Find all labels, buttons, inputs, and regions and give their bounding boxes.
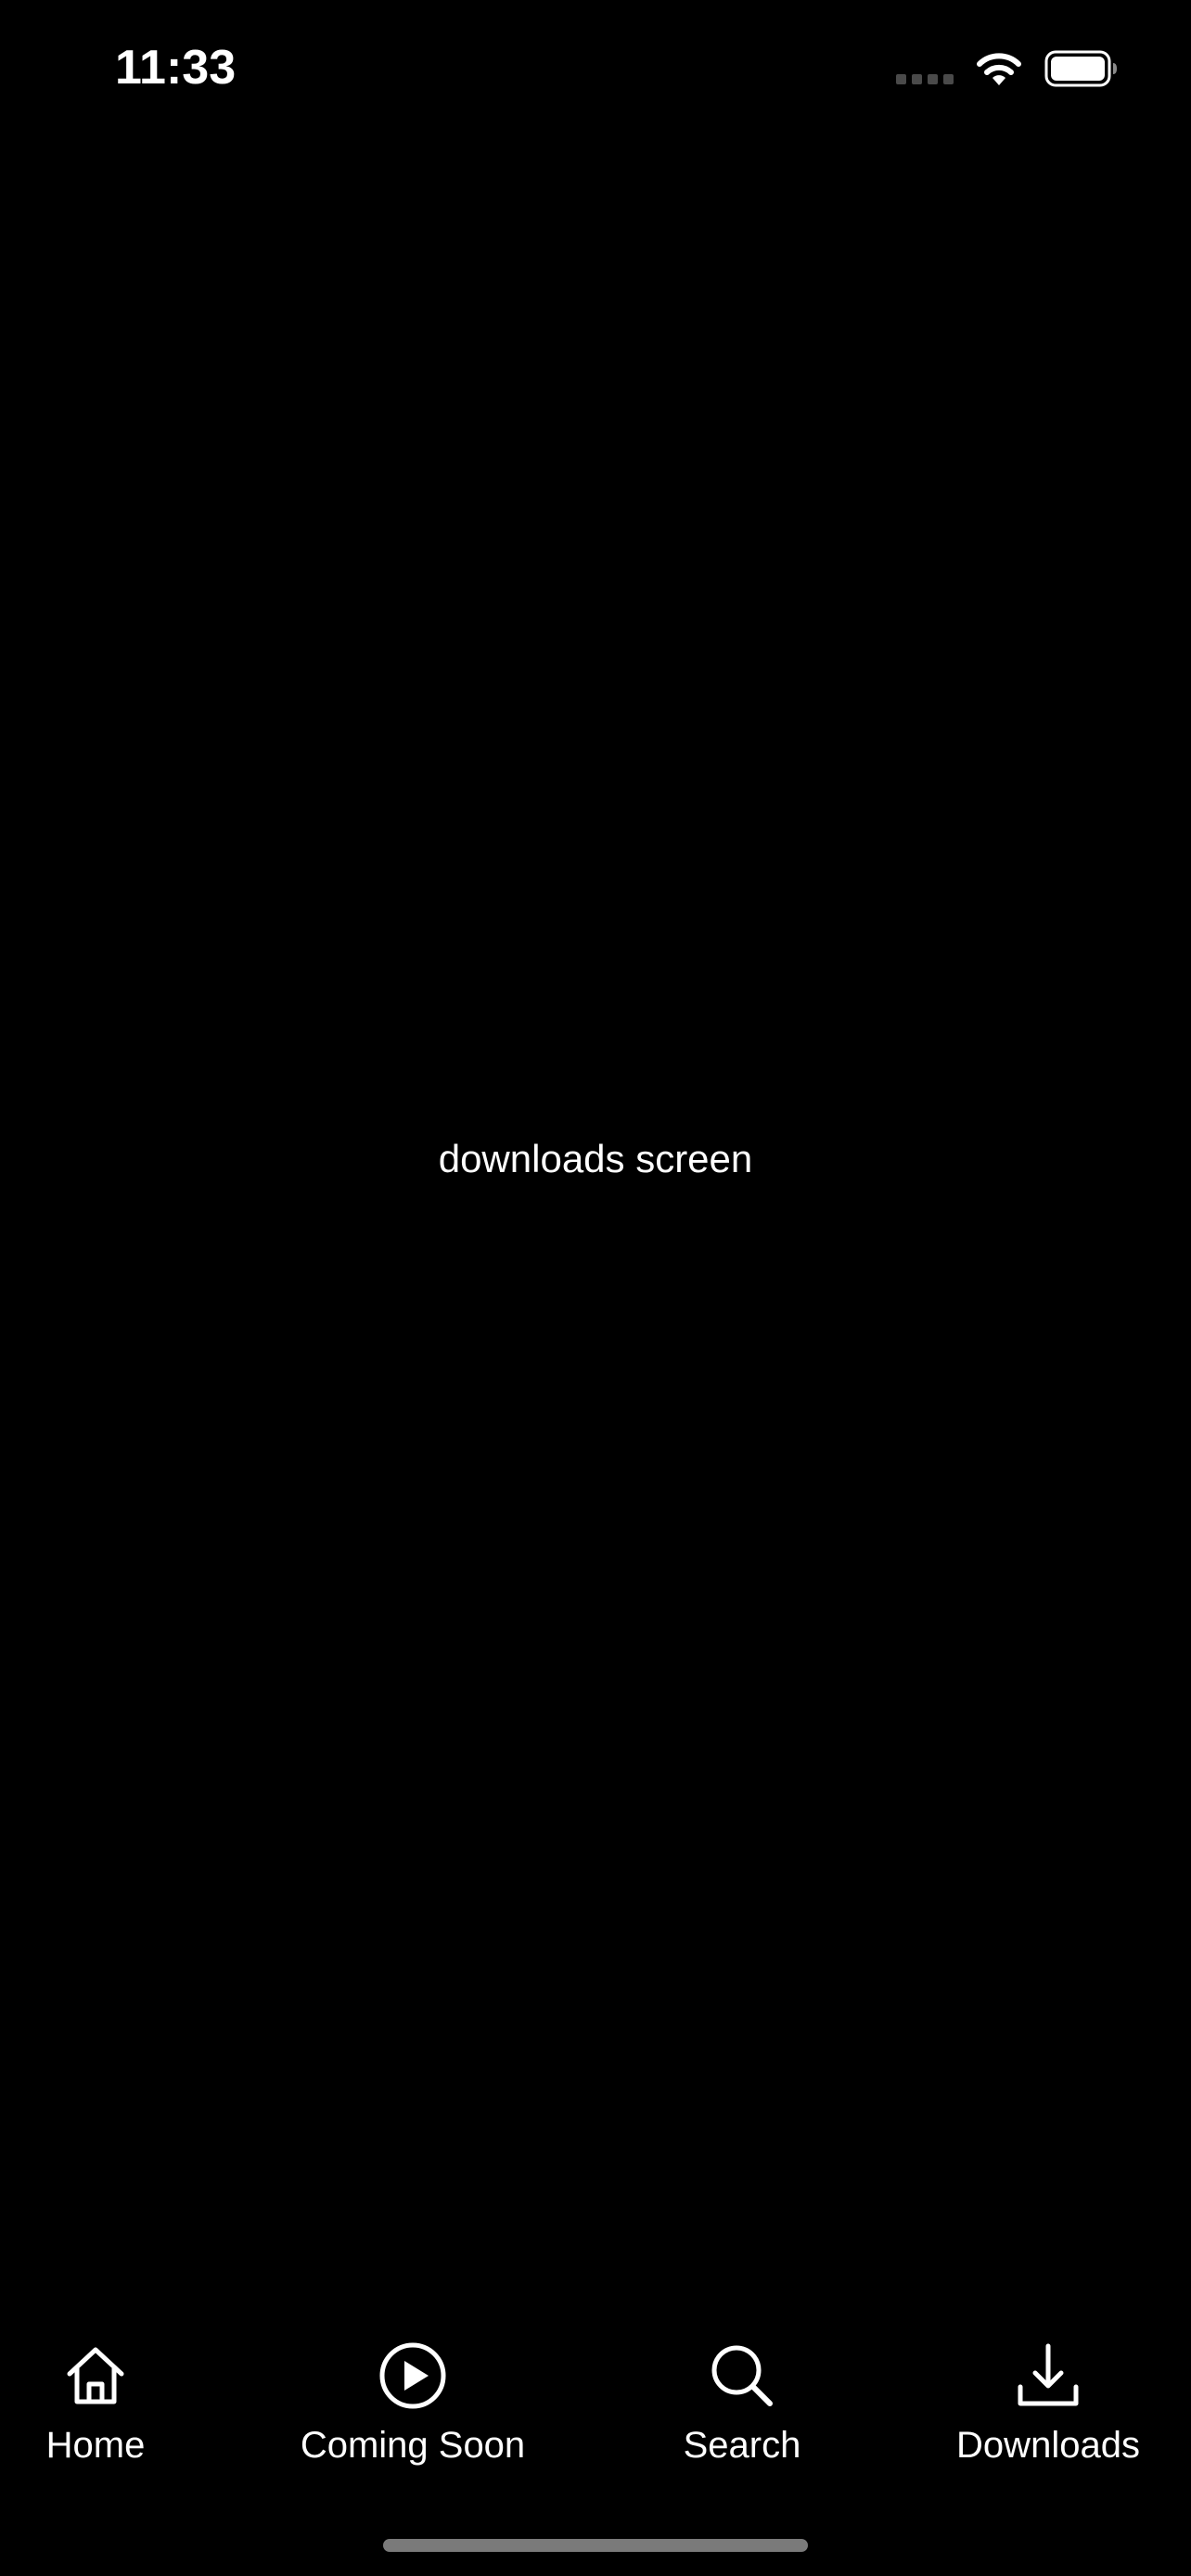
tab-search-label: Search [683, 2425, 801, 2466]
screen-label: downloads screen [438, 1137, 753, 1180]
search-icon [705, 2339, 779, 2413]
status-bar: 11:33 [0, 0, 1191, 139]
wifi-icon [977, 53, 1021, 85]
downloads-screen: downloads screen [0, 139, 1191, 2318]
tab-bar: Home Coming Soon Search Downloads [0, 2318, 1191, 2494]
tab-coming-soon[interactable]: Coming Soon [278, 2339, 547, 2478]
tab-downloads-label: Downloads [956, 2425, 1140, 2466]
home-icon [58, 2339, 133, 2413]
cellular-signal-icon [896, 41, 954, 96]
tab-coming-soon-label: Coming Soon [300, 2425, 526, 2466]
tab-home[interactable]: Home [37, 2339, 154, 2478]
play-circle-icon [376, 2339, 450, 2413]
battery-icon [1044, 50, 1117, 87]
status-icons [896, 41, 1119, 96]
tab-downloads[interactable]: Downloads [937, 2339, 1159, 2478]
download-icon [1011, 2339, 1085, 2413]
tab-home-label: Home [45, 2425, 146, 2466]
tab-search[interactable]: Search [668, 2339, 816, 2478]
home-indicator[interactable] [383, 2539, 808, 2552]
status-time: 11:33 [115, 41, 237, 95]
